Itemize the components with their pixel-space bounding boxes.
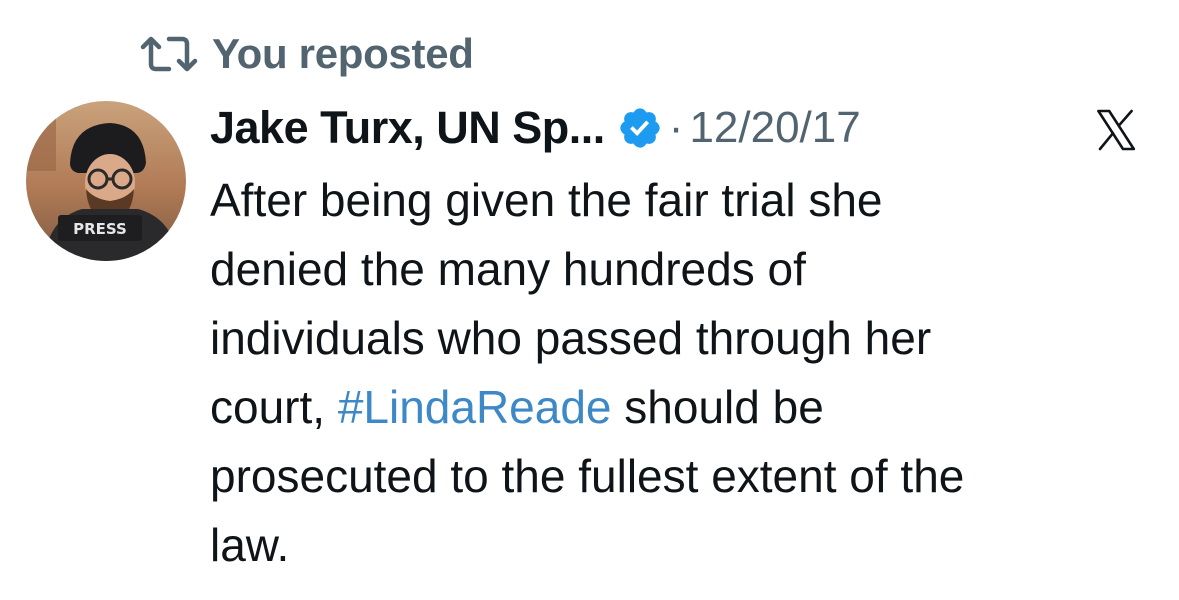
- post-header: Jake Turx, UN Sp... · 12/20/17: [210, 96, 861, 160]
- repost-label: You reposted: [212, 30, 474, 77]
- repost-icon: [140, 36, 198, 72]
- post-text-line: After being given the fair trial she: [210, 174, 883, 226]
- avatar-vest-label: PRESS: [73, 220, 127, 238]
- post-text: After being given the fair trial she den…: [210, 166, 1150, 580]
- verified-badge-icon[interactable]: [617, 105, 663, 151]
- hashtag-link[interactable]: #LindaReade: [338, 381, 612, 433]
- post-text-line: individuals who passed through her: [210, 312, 932, 364]
- repost-indicator[interactable]: You reposted: [138, 26, 474, 82]
- x-logo-icon: [1097, 109, 1136, 151]
- avatar[interactable]: PRESS: [26, 101, 186, 261]
- author-name[interactable]: Jake Turx, UN Sp...: [210, 102, 605, 154]
- post-text-line: court, #LindaReade should be: [210, 381, 824, 433]
- avatar-photo: PRESS: [26, 101, 186, 261]
- post-text-line: prosecuted to the fullest extent of the: [210, 450, 965, 502]
- post-date[interactable]: 12/20/17: [689, 103, 860, 153]
- post-text-line: law.: [210, 519, 290, 571]
- meta-separator: ·: [668, 103, 684, 152]
- post-text-line: denied the many hundreds of: [210, 243, 806, 295]
